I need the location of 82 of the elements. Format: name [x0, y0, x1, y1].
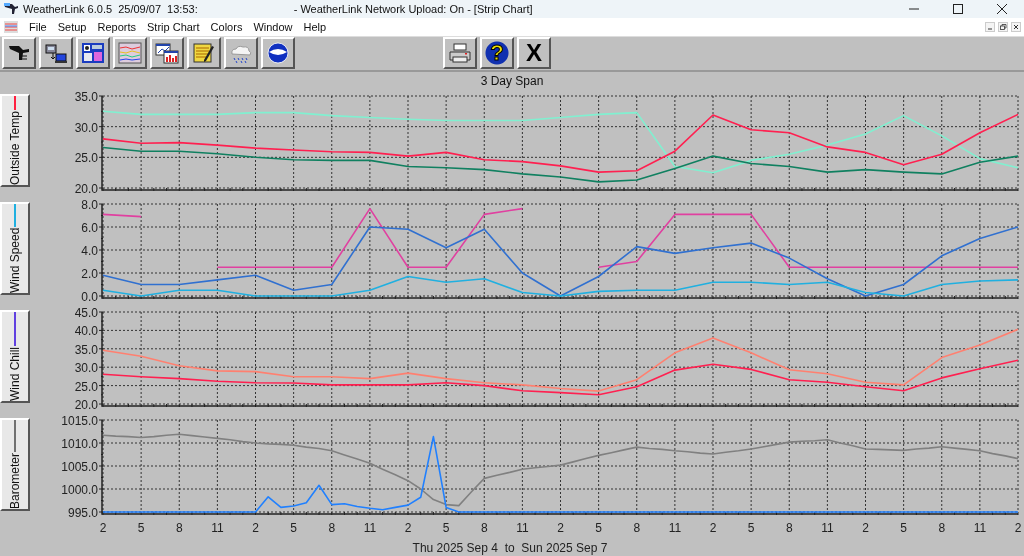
axis-label: 11 [973, 521, 987, 535]
axis-label: 2 [557, 521, 564, 535]
axis-label: 25.0 [74, 379, 98, 394]
printer-icon [448, 42, 472, 65]
line-chart-icon [118, 42, 142, 65]
axis-label: 1015.0 [61, 414, 98, 428]
axis-label: 8 [328, 521, 336, 535]
axis-label: 6.0 [81, 221, 98, 235]
axis-label: 8 [175, 521, 183, 535]
maximize-icon[interactable] [952, 2, 964, 15]
app-icon [3, 1, 19, 16]
computer-icon [44, 42, 68, 65]
panel-button[interactable]: Wind Chill [0, 310, 30, 403]
axis-label: 11 [211, 521, 224, 535]
date-range: Thu 2025 Sep 4 to Sun 2025 Sep 7 [412, 541, 608, 555]
cloud-button[interactable] [224, 37, 258, 70]
chart-windows-icon [155, 42, 179, 65]
axis-label: 30.0 [74, 361, 98, 376]
axis-label: 2 [709, 521, 717, 535]
menu-item[interactable]: Help [298, 20, 333, 33]
axis-label: 1005.0 [61, 460, 98, 474]
axis-label: 35.0 [74, 342, 98, 357]
menu-item[interactable]: Colors [205, 20, 249, 33]
close-chart-button[interactable]: X [517, 37, 551, 70]
dashboard-button[interactable] [76, 37, 110, 70]
axis-label: 11 [516, 521, 529, 535]
strip-chart-button[interactable] [113, 37, 147, 70]
axis-label: 5 [442, 521, 450, 535]
axis-label: 2 [1014, 521, 1022, 535]
app-menu-icon[interactable] [4, 20, 18, 33]
axis-label: 5 [290, 521, 297, 535]
axis-label: 2 [252, 521, 259, 535]
axis-label: 45.0 [74, 306, 98, 320]
panel-button[interactable]: Outside Temp [0, 94, 30, 187]
axis-label: 8.0 [81, 198, 98, 212]
graph-button[interactable] [150, 37, 184, 70]
console-button[interactable] [39, 37, 73, 70]
axis-label: 1010.0 [61, 437, 98, 451]
close-icon[interactable] [996, 2, 1008, 15]
axis-label: 20.0 [74, 398, 98, 412]
axis-label: 5 [900, 521, 907, 535]
dashboard-icon [81, 42, 105, 65]
emblem-button[interactable] [261, 37, 295, 70]
axis-label: 11 [363, 521, 377, 535]
station-button[interactable] [2, 37, 36, 70]
axis-label: 2 [99, 521, 107, 535]
axis-label: 0.0 [81, 290, 98, 304]
axis-label: 2 [862, 521, 869, 535]
menu-item[interactable]: Setup [52, 20, 93, 33]
menu-item[interactable]: File [24, 20, 53, 33]
axis-label: 8 [480, 521, 488, 535]
notepad-icon [192, 42, 216, 65]
window-title: WeatherLink 6.0.5 25/09/07 13:53: [23, 2, 198, 15]
axis-label: 25.0 [74, 151, 98, 166]
panel-button[interactable]: Barometer [0, 418, 30, 511]
axis-label: 995.0 [67, 506, 98, 520]
axis-label: 5 [137, 521, 145, 535]
axis-label: 4.0 [81, 244, 98, 258]
axis-label: 35.0 [74, 90, 98, 104]
axis-label: 8 [633, 521, 641, 535]
restore-icon[interactable] [998, 21, 1008, 32]
menu-item[interactable]: Window [248, 20, 299, 33]
axis-label: 40.0 [74, 324, 98, 339]
panel-button[interactable]: Wind Speed [0, 202, 30, 295]
axis-label: 2 [404, 521, 412, 535]
menu-item[interactable]: Reports [92, 20, 142, 33]
emblem-icon [266, 42, 290, 65]
axis-label: 20.0 [74, 182, 98, 196]
axis-label: 5 [595, 521, 602, 535]
axis-label: 2.0 [81, 267, 98, 281]
upload-status: - WeatherLink Network Upload: On - [Strip Chart] [293, 2, 533, 15]
print-button[interactable] [443, 37, 477, 70]
axis-label: 11 [821, 521, 834, 535]
notepad-button[interactable] [187, 37, 221, 70]
axis-label: 30.0 [74, 120, 98, 135]
chart-title: 3 Day Span [480, 74, 544, 88]
menu-item[interactable]: Strip Chart [142, 20, 206, 33]
axis-label: 5 [747, 521, 755, 535]
axis-label: 11 [668, 521, 682, 535]
axis-label: 8 [785, 521, 793, 535]
axis-label: 1000.0 [61, 483, 98, 497]
axis-label: 8 [938, 521, 946, 535]
